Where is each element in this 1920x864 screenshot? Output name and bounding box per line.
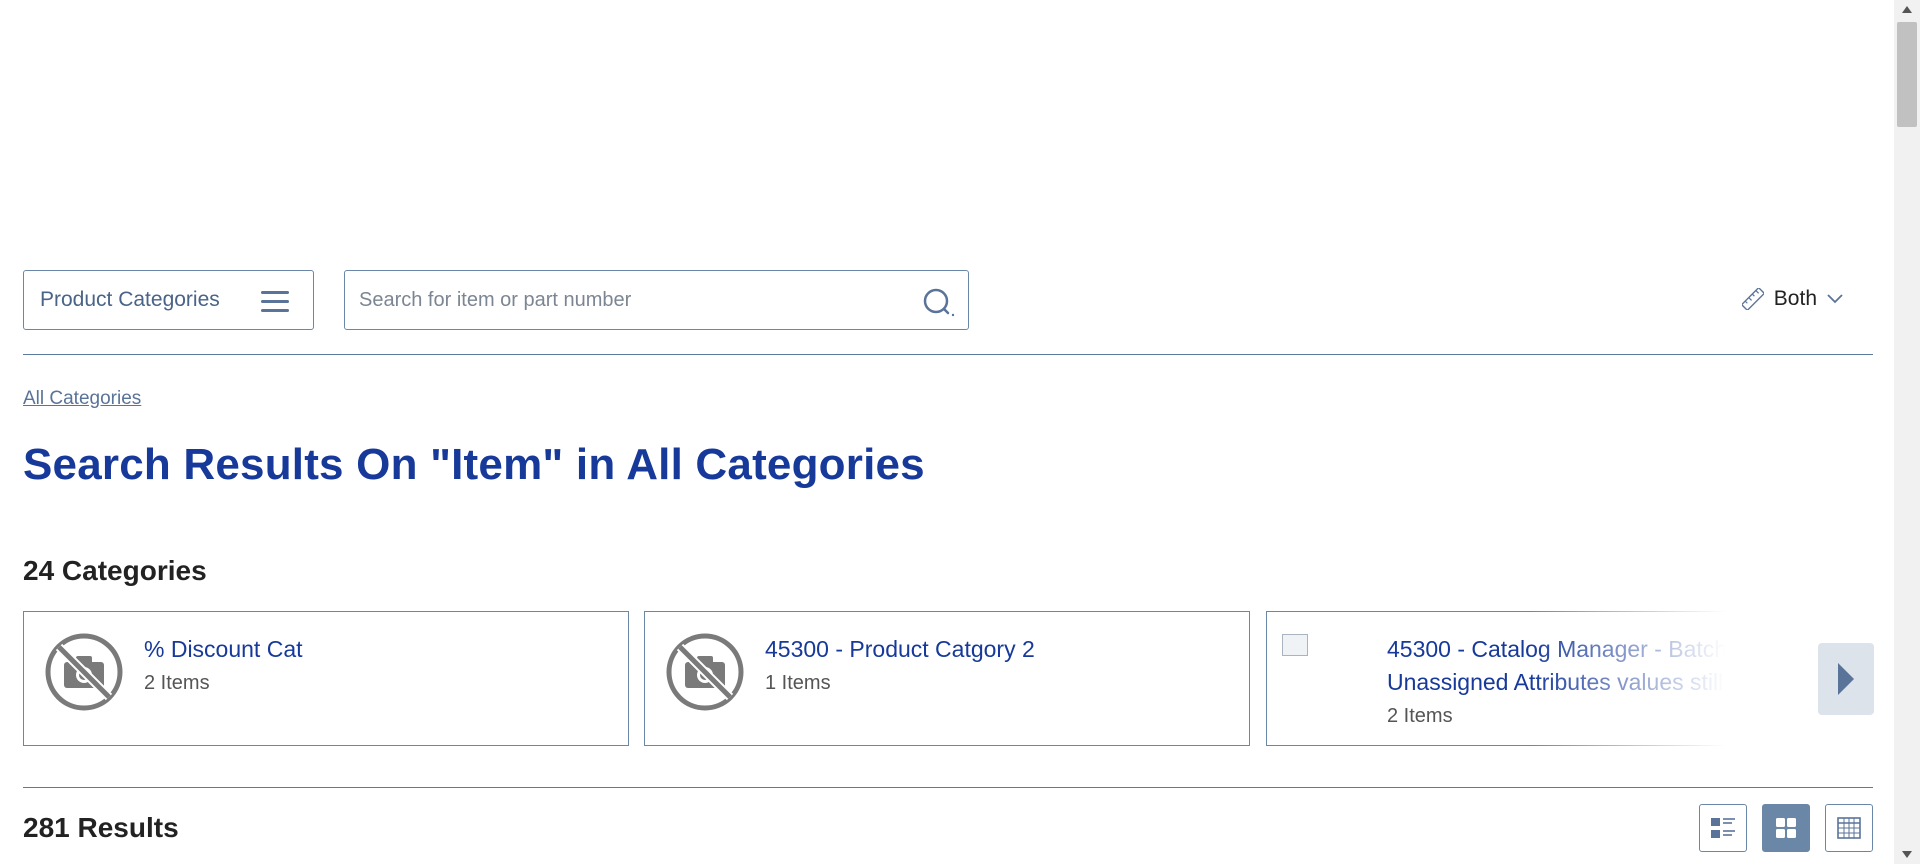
menu-icon xyxy=(261,291,289,313)
scroll-up-icon[interactable] xyxy=(1902,6,1912,13)
ruler-icon xyxy=(1741,288,1764,310)
toolbar: Product Categories Search for item or pa… xyxy=(23,270,1873,330)
grid-view-button[interactable] xyxy=(1762,804,1810,852)
category-count: 2 Items xyxy=(1387,705,1453,727)
category-card[interactable]: 45300 - Catalog Manager - Batch Upload U… xyxy=(1266,611,1760,746)
no-photo-icon xyxy=(666,633,744,711)
category-name[interactable]: 45300 - Catalog Manager - Batch Upload U… xyxy=(1387,633,1760,699)
category-count: 2 Items xyxy=(144,672,210,694)
search-input[interactable] xyxy=(345,271,905,329)
scrollbar-thumb[interactable] xyxy=(1897,22,1917,127)
table-view-icon xyxy=(1837,817,1861,839)
categories-heading: 24 Categories xyxy=(23,555,207,586)
chevron-right-icon xyxy=(1838,663,1854,695)
category-name[interactable]: 45300 - Product Catgory 2 xyxy=(765,633,1225,666)
list-view-button[interactable] xyxy=(1699,804,1747,852)
category-card[interactable]: % Discount Cat 2 Items xyxy=(23,611,629,746)
vertical-scrollbar[interactable] xyxy=(1894,0,1920,864)
scroll-down-icon[interactable] xyxy=(1902,851,1912,858)
search-box xyxy=(344,270,969,330)
breadcrumb-all-categories[interactable]: All Categories xyxy=(23,388,141,410)
table-view-button[interactable] xyxy=(1825,804,1873,852)
broken-image-icon xyxy=(1282,634,1308,656)
chevron-down-icon xyxy=(1827,294,1843,304)
category-count: 1 Items xyxy=(765,672,831,694)
grid-view-icon xyxy=(1776,818,1796,838)
carousel-next-button[interactable] xyxy=(1818,643,1874,715)
unit-toggle-label: Both xyxy=(1773,287,1817,310)
category-carousel: % Discount Cat 2 Items 45300 - Product C… xyxy=(23,611,1760,747)
product-categories-label: Product Categories xyxy=(40,288,220,311)
page-title: Search Results On "Item" in All Categori… xyxy=(23,440,925,489)
no-photo-icon xyxy=(45,633,123,711)
results-heading: 281 Results xyxy=(23,812,179,843)
product-categories-button[interactable]: Product Categories xyxy=(23,270,314,330)
search-icon[interactable] xyxy=(922,286,956,318)
divider xyxy=(23,354,1873,355)
divider xyxy=(23,787,1873,788)
unit-toggle[interactable]: Both xyxy=(1741,284,1843,314)
page: Product Categories Search for item or pa… xyxy=(0,0,1920,864)
category-name[interactable]: % Discount Cat xyxy=(144,633,604,666)
category-card[interactable]: 45300 - Product Catgory 2 1 Items xyxy=(644,611,1250,746)
list-view-icon xyxy=(1711,818,1735,838)
